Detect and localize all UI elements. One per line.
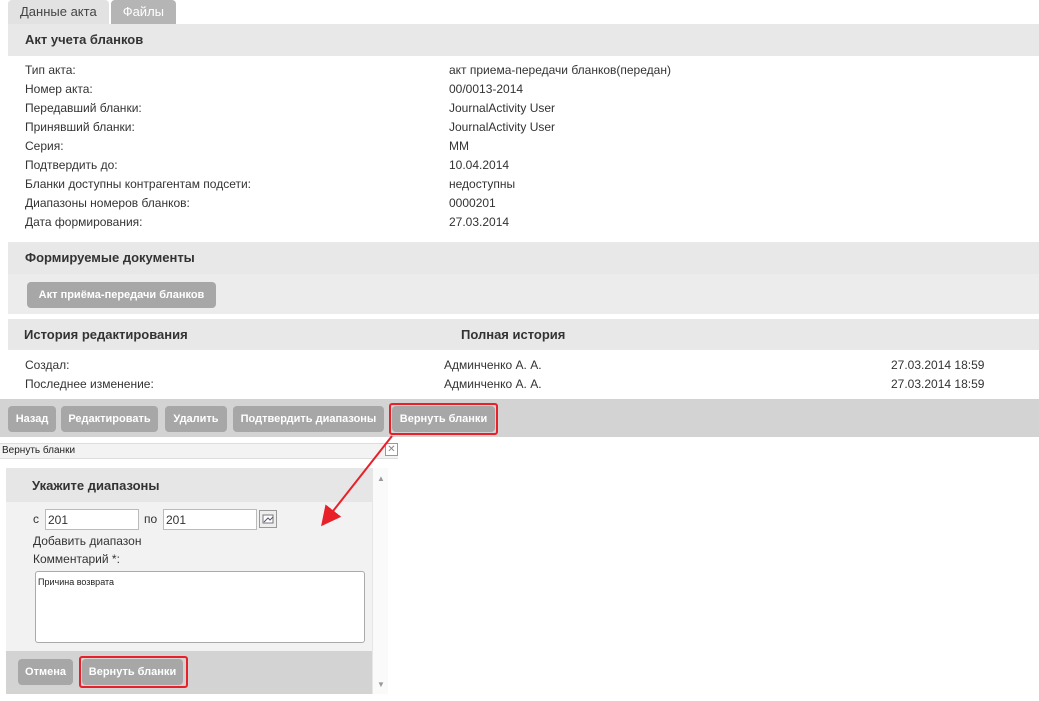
delete-button[interactable]: Удалить: [165, 406, 227, 432]
range-to-label: по: [144, 512, 158, 526]
field-label-series: Серия:: [25, 139, 64, 153]
history-modified-label: Последнее изменение:: [25, 377, 154, 391]
field-label-act-type: Тип акта:: [25, 63, 76, 77]
dialog-scrollbar[interactable]: ▲ ▼: [372, 468, 388, 694]
field-label-created-date: Дата формирования:: [25, 215, 143, 229]
add-range-link[interactable]: Добавить диапазон: [33, 534, 141, 548]
field-label-ranges: Диапазоны номеров бланков:: [25, 196, 190, 210]
history-created-user: Админченко А. А.: [444, 358, 542, 372]
dialog-title: Вернуть бланки: [2, 445, 76, 456]
highlight-box-dialog: [79, 656, 188, 688]
field-label-receiver: Принявший бланки:: [25, 120, 135, 134]
history-modified-user: Админченко А. А.: [444, 377, 542, 391]
history-modified-date: 27.03.2014 18:59: [891, 377, 985, 391]
field-label-availability: Бланки доступны контрагентам подсети:: [25, 177, 252, 191]
field-value-act-number: 00/0013-2014: [449, 82, 524, 96]
act-section-header: Акт учета бланков: [8, 24, 1039, 56]
dialog-header-title: Укажите диапазоны: [32, 478, 160, 493]
tab-act-data[interactable]: Данные акта: [8, 0, 109, 24]
range-to-input[interactable]: [163, 509, 257, 530]
field-value-receiver: JournalActivity User: [449, 120, 556, 134]
field-label-sender: Передавший бланки:: [25, 101, 142, 115]
act-document-button[interactable]: Акт приёма-передачи бланков: [27, 282, 216, 308]
scroll-up-icon[interactable]: ▲: [377, 474, 385, 483]
comment-label: Комментарий *:: [33, 552, 120, 566]
field-label-confirm-until: Подтвердить до:: [25, 158, 118, 172]
field-label-act-number: Номер акта:: [25, 82, 93, 96]
documents-section-title: Формируемые документы: [25, 250, 195, 265]
field-value-act-type: акт приема-передачи бланков(передан): [449, 63, 671, 77]
back-button[interactable]: Назад: [8, 406, 56, 432]
field-value-availability: недоступны: [449, 177, 516, 191]
field-value-series: ММ: [449, 139, 469, 153]
history-created-date: 27.03.2014 18:59: [891, 358, 985, 372]
tab-bar: Данные акта Файлы: [8, 0, 178, 24]
range-picker-icon[interactable]: [259, 510, 277, 528]
highlight-box-toolbar: [389, 403, 498, 435]
documents-section-header: Формируемые документы: [8, 242, 1039, 274]
field-value-ranges: 0000201: [449, 196, 496, 210]
full-history-link[interactable]: Полная история: [461, 327, 565, 342]
tab-files[interactable]: Файлы: [110, 0, 176, 24]
field-value-created-date: 27.03.2014: [449, 215, 510, 229]
dialog-header: Укажите диапазоны: [6, 468, 372, 502]
close-icon[interactable]: ✕: [385, 443, 398, 456]
edit-button[interactable]: Редактировать: [61, 406, 158, 432]
act-section-title: Акт учета бланков: [25, 32, 144, 47]
scroll-down-icon[interactable]: ▼: [377, 680, 385, 689]
range-from-label: с: [33, 512, 39, 526]
dialog-title-bar: Вернуть бланки: [0, 443, 398, 459]
history-section-header: История редактирования Полная история: [8, 319, 1039, 350]
cancel-button[interactable]: Отмена: [18, 659, 73, 685]
history-section-title: История редактирования: [24, 327, 188, 342]
field-value-confirm-until: 10.04.2014: [449, 158, 510, 172]
history-created-label: Создал:: [25, 358, 70, 372]
field-value-sender: JournalActivity User: [449, 101, 556, 115]
comment-textarea[interactable]: Причина возврата: [35, 571, 365, 643]
range-from-input[interactable]: [45, 509, 139, 530]
confirm-ranges-button[interactable]: Подтвердить диапазоны: [233, 406, 384, 432]
